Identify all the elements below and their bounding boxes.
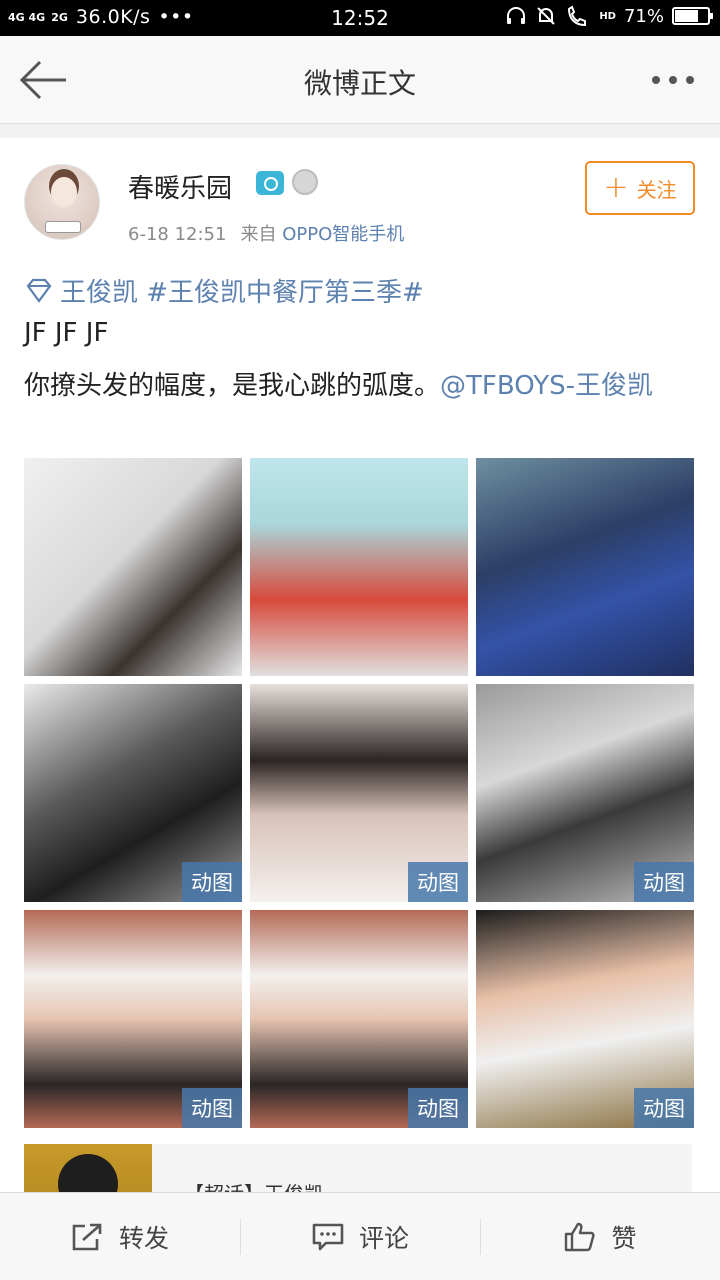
thumbs-up-icon [565, 1222, 596, 1251]
photo-6[interactable]: 动图 [476, 684, 694, 902]
device-link[interactable]: OPPO智能手机 [282, 224, 404, 245]
status-bar: 4G 4G 2G 36.0K/s ••• 12:52 HD 71% [0, 0, 720, 36]
from-label: 来自 [240, 224, 277, 245]
page-title: 微博正文 [303, 67, 416, 100]
gif-badge: 动图 [408, 1088, 468, 1128]
avatar[interactable] [24, 164, 100, 240]
plus-icon: + [603, 170, 629, 205]
medal-badge-icon [292, 169, 318, 195]
repost-label: 转发 [118, 1223, 169, 1253]
topic-text[interactable]: 王俊凯 #王俊凯中餐厅第三季# [60, 272, 424, 309]
username[interactable]: 春暖乐园 [128, 168, 232, 205]
photo-4[interactable]: 动图 [24, 684, 242, 902]
comment-icon [312, 1223, 344, 1250]
repost-button[interactable]: 转发 [0, 1193, 240, 1280]
photo-2[interactable] [250, 458, 468, 676]
comment-button[interactable]: 评论 [240, 1193, 480, 1280]
post-body: 你撩头发的幅度，是我心跳的弧度。@TFBOYS-王俊凯 [24, 364, 696, 408]
follow-label: 关注 [636, 177, 677, 202]
nav-bar: 微博正文 [0, 36, 720, 124]
photo-5[interactable]: 动图 [250, 684, 468, 902]
gif-badge: 动图 [182, 862, 242, 902]
action-bar: 转发 评论 赞 [0, 1192, 720, 1280]
gif-badge: 动图 [634, 862, 694, 902]
gif-badge: 动图 [408, 862, 468, 902]
mute-bell-icon [537, 7, 556, 25]
repost-icon [72, 1223, 102, 1250]
image-grid: 动图 动图 动图 动图 动图 动图 [24, 458, 694, 1128]
mention-link[interactable]: @TFBOYS-王俊凯 [440, 371, 653, 401]
battery-percent: 71% [623, 5, 664, 27]
like-button[interactable]: 赞 [480, 1193, 720, 1280]
like-label: 赞 [611, 1223, 637, 1253]
camera-badge-icon [256, 171, 284, 195]
diamond-icon [26, 278, 52, 303]
photo-1[interactable] [24, 458, 242, 676]
post-time: 6-18 12:51 [128, 224, 227, 245]
more-options-icon[interactable] [652, 70, 702, 90]
post-text: 你撩头发的幅度，是我心跳的弧度。 [24, 371, 441, 401]
post-line-1: JF JF JF [24, 318, 109, 348]
follow-button[interactable]: + 关注 [585, 161, 695, 215]
gif-badge: 动图 [634, 1088, 694, 1128]
photo-3[interactable] [476, 458, 694, 676]
divider-band [0, 124, 720, 138]
photo-9[interactable]: 动图 [476, 910, 694, 1128]
gif-badge: 动图 [182, 1088, 242, 1128]
photo-8[interactable]: 动图 [250, 910, 468, 1128]
photo-7[interactable]: 动图 [24, 910, 242, 1128]
topic-links[interactable]: 王俊凯 #王俊凯中餐厅第三季# [24, 272, 424, 309]
hd-call-icon [568, 5, 587, 27]
post-meta: 6-18 12:51 来自 OPPO智能手机 [128, 220, 404, 246]
battery-icon [672, 7, 713, 25]
hd-indicator: HD [599, 10, 616, 22]
comment-label: 评论 [358, 1223, 409, 1253]
headset-icon [507, 7, 526, 24]
